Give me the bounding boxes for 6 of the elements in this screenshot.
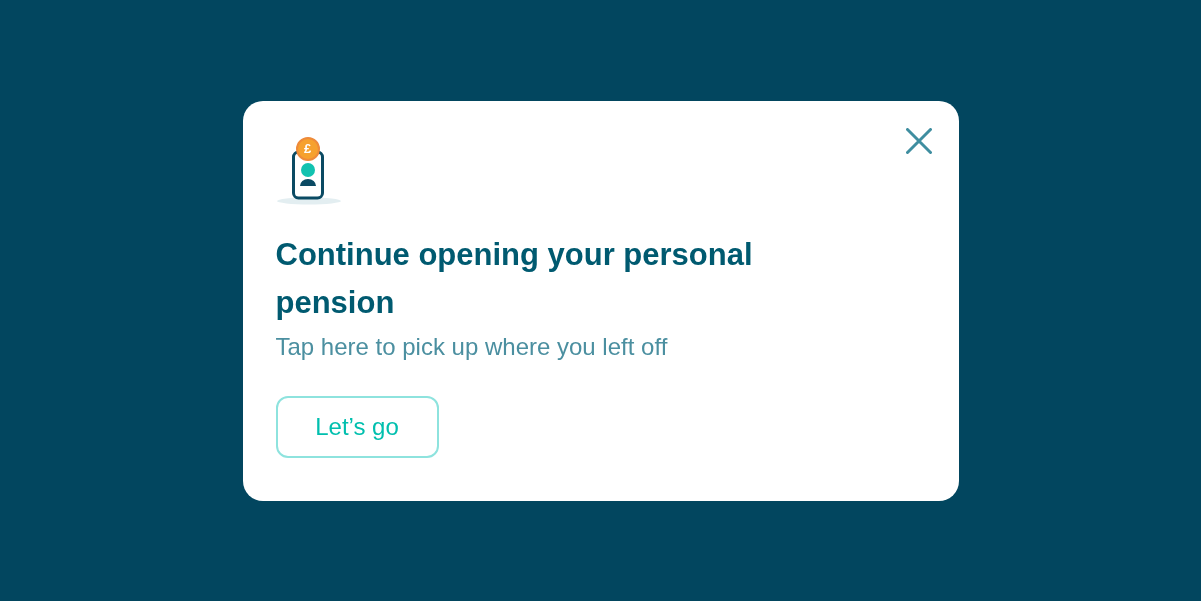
pound-coin: £ [295, 136, 320, 161]
close-icon [905, 127, 932, 154]
close-button[interactable] [904, 126, 933, 155]
lets-go-button[interactable]: Let’s go [275, 395, 439, 458]
dialog-subtitle: Tap here to pick up where you left off [275, 331, 668, 362]
dialog-title: Continue opening your personal pension [275, 235, 754, 322]
